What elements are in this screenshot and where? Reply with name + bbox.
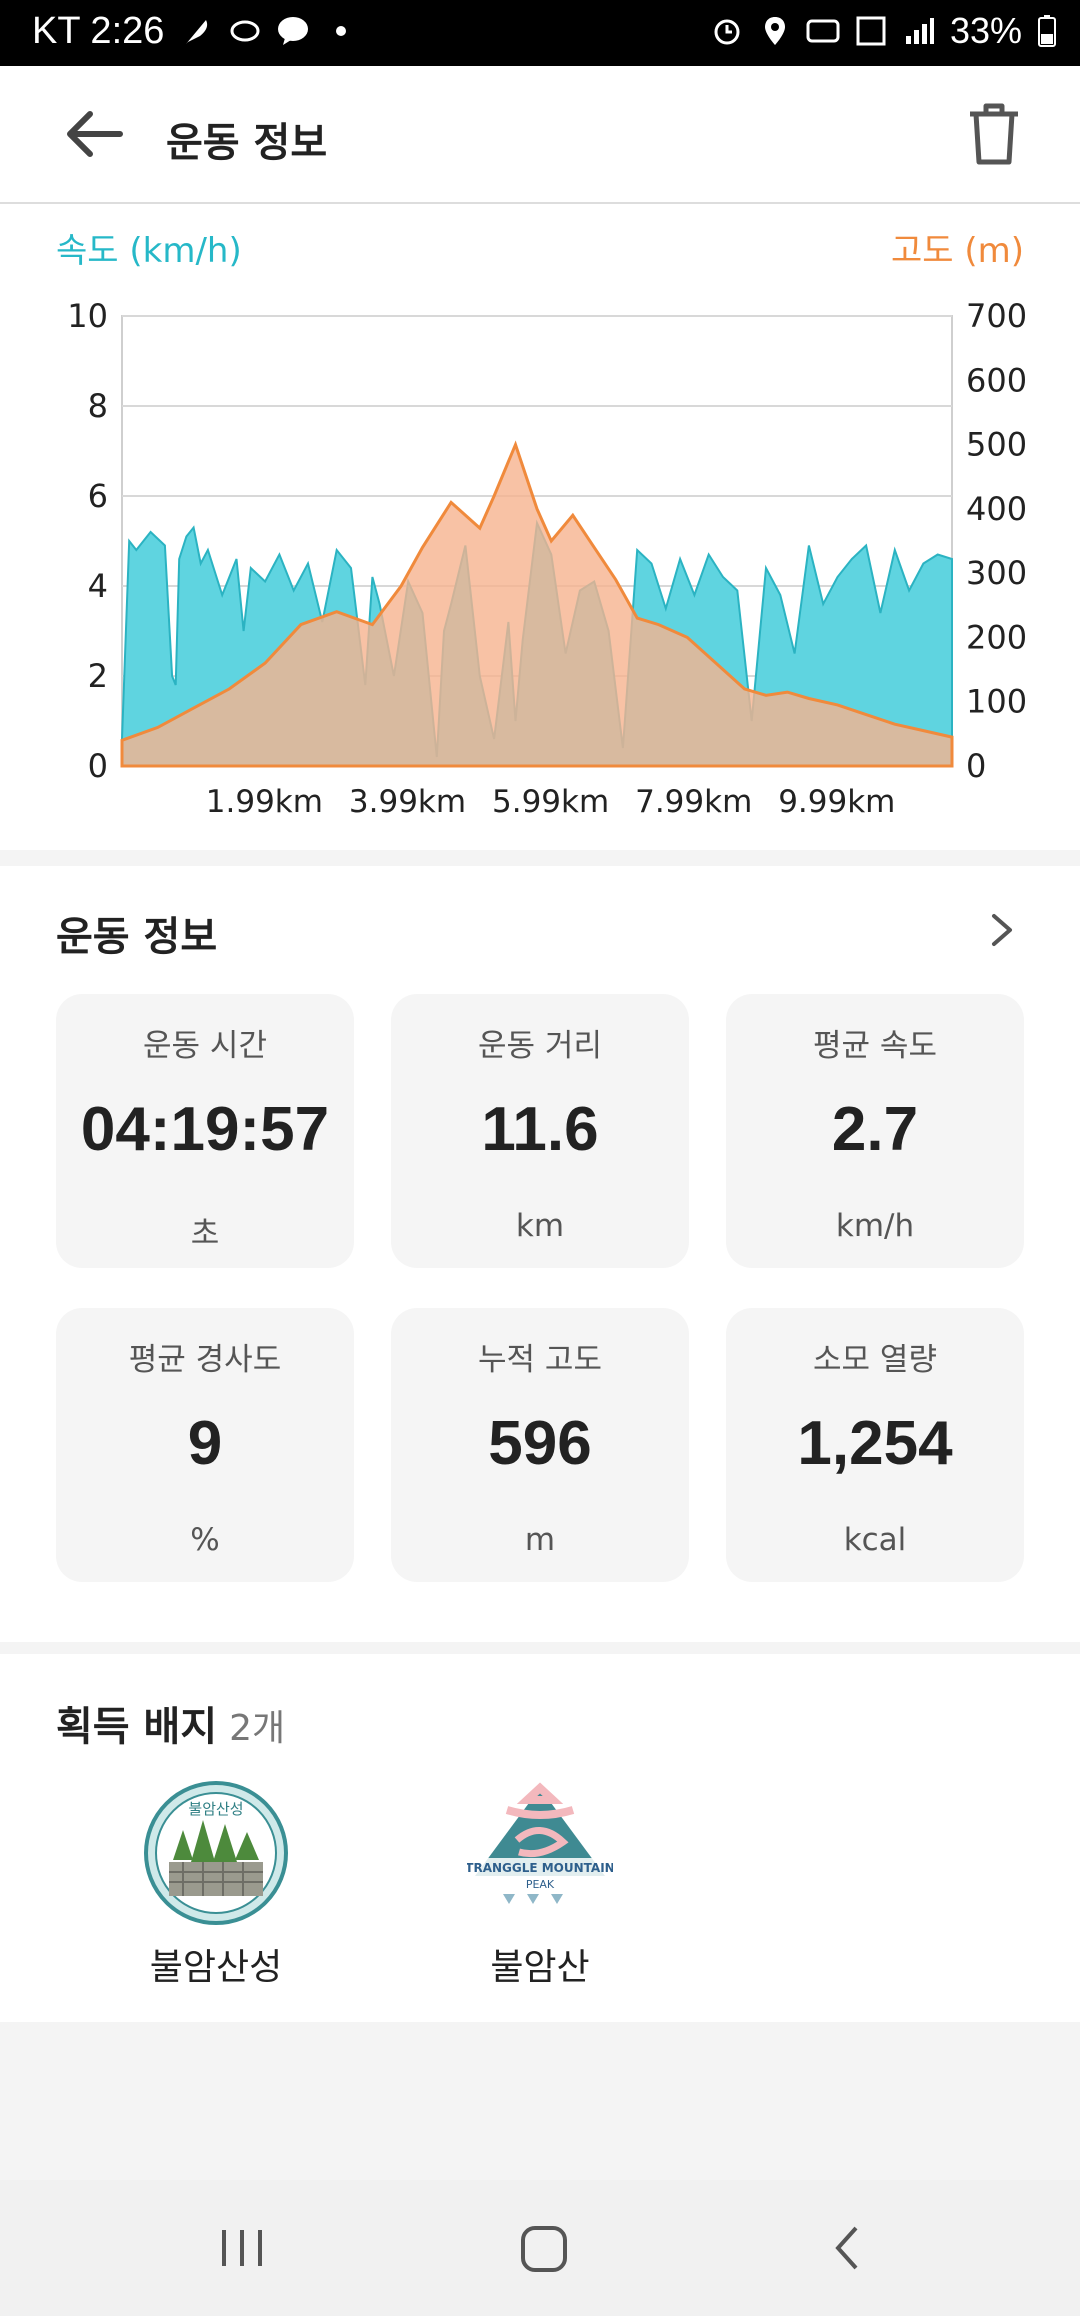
stat-unit: km/h (835, 1208, 915, 1244)
back-nav-icon[interactable] (818, 2220, 878, 2276)
badge-fortress[interactable]: 불암산성 불암산성 (106, 1780, 326, 1990)
system-navigation-bar (0, 2180, 1080, 2316)
battery-icon (1038, 15, 1056, 47)
badges-title: 획득 배지 (56, 1704, 218, 1750)
notification-icons (180, 14, 358, 48)
earned-badges-section: 획득 배지 2개 불암산성 불암산성 TRANGGLE MOUNTAIN PEAK… (0, 1654, 1080, 2022)
right-axis-tick-label: 400 (966, 490, 1027, 528)
badge-count: 2개 (229, 1708, 286, 1749)
right-axis-tick-label: 100 (966, 683, 1027, 721)
signal-icon (905, 18, 934, 44)
stat-value: 1,254 (797, 1409, 953, 1478)
badge-mountain-peak[interactable]: TRANGGLE MOUNTAIN PEAK 불암산 (430, 1780, 650, 1990)
page-title: 운동 정보 (166, 120, 328, 166)
left-axis-tick-label: 8 (88, 387, 108, 425)
stat-card-avg-speed: 평균 속도 2.7 km/h (726, 994, 1024, 1268)
stat-unit: km (515, 1208, 565, 1244)
stat-value: 11.6 (481, 1095, 599, 1164)
left-axis-tick-label: 2 (88, 657, 108, 695)
stat-card-distance: 운동 거리 11.6 km (391, 994, 689, 1268)
status-bar: KT 2:26 33% (0, 0, 1080, 66)
recent-apps-icon[interactable] (212, 2220, 272, 2276)
x-axis-tick-label: 1.99km (206, 784, 323, 820)
stat-unit: m (524, 1522, 556, 1558)
stat-card-avg-slope: 평균 경사도 9 % (56, 1308, 354, 1582)
left-axis-tick-label: 6 (88, 477, 108, 515)
workout-info-section: 운동 정보 운동 시간 04:19:57 초 운동 거리 11.6 km 평균 … (0, 866, 1080, 1642)
app-bar: 운동 정보 (0, 66, 1080, 204)
home-icon[interactable] (514, 2220, 574, 2276)
hd-voice-icon (806, 19, 840, 43)
trash-icon[interactable] (964, 100, 1024, 168)
left-axis-tick-label: 4 (88, 567, 108, 605)
5g-network-icon (856, 16, 886, 46)
badge-emblem-text: PEAK (526, 1878, 555, 1891)
stat-card-elevation-gain: 누적 고도 596 m (391, 1308, 689, 1582)
location-icon (764, 17, 785, 45)
status-time: KT 2:26 (32, 10, 165, 52)
workout-info-title: 운동 정보 (56, 914, 218, 960)
right-axis-tick-label: 700 (966, 297, 1027, 335)
stat-label: 평균 경사도 (128, 1342, 282, 1378)
stat-value: 2.7 (831, 1095, 919, 1164)
stat-unit: % (190, 1522, 220, 1558)
speed-elevation-chart: 속도 (km/h) 고도 (m) 02468100100200300400500… (56, 231, 1027, 820)
stat-label: 운동 시간 (143, 1028, 267, 1064)
stat-label: 누적 고도 (478, 1342, 602, 1378)
badge-name: 불암산 (490, 1947, 590, 1988)
x-axis-tick-label: 9.99km (778, 784, 895, 820)
stat-value: 9 (187, 1409, 223, 1478)
stat-unit: kcal (843, 1522, 907, 1558)
stat-label: 소모 열량 (813, 1342, 937, 1378)
stat-label: 운동 거리 (478, 1028, 602, 1064)
system-status: 33% (710, 10, 1058, 52)
stat-card-calories: 소모 열량 1,254 kcal (726, 1308, 1024, 1582)
x-axis-tick-label: 7.99km (635, 784, 752, 820)
badge-emblem-text: 불암산성 (188, 1800, 243, 1818)
stat-label: 평균 속도 (813, 1028, 937, 1064)
left-axis-tick-label: 0 (88, 747, 108, 785)
right-axis-tick-label: 500 (966, 426, 1027, 464)
stat-unit: 초 (190, 1216, 220, 1252)
alarm-icon (714, 19, 740, 45)
battery-percent: 33% (949, 10, 1022, 51)
right-axis-tick-label: 200 (966, 618, 1027, 656)
stat-value: 04:19:57 (80, 1095, 330, 1164)
badge-emblem-text: TRANGGLE MOUNTAIN (467, 1861, 613, 1875)
feather-notification-icon (186, 20, 208, 44)
right-axis-tick-label: 600 (966, 361, 1027, 399)
speed-elevation-chart-section: 속도 (km/h) 고도 (m) 0 2 4 6 8 10 0 100 200 300 400 500… (0, 204, 1080, 850)
mountain-peak-badge-icon: TRANGGLE MOUNTAIN PEAK (465, 1782, 615, 1904)
back-arrow-icon[interactable] (60, 104, 130, 164)
more-dot-icon (336, 26, 346, 36)
chevron-right-icon[interactable] (982, 910, 1022, 950)
left-axis-tick-label: 10 (67, 297, 108, 335)
fortress-badge-icon: 불암산성 (144, 1781, 288, 1925)
x-axis-tick-label: 5.99km (492, 784, 609, 820)
badge-name: 불암산성 (149, 1947, 283, 1988)
left-axis-label: 속도 (km/h) (56, 231, 242, 271)
right-axis-label: 고도 (m) (891, 231, 1024, 271)
kakaotalk-notification-icon (278, 17, 308, 45)
x-axis-tick-label: 3.99km (349, 784, 466, 820)
right-axis-tick-label: 0 (966, 747, 986, 785)
shoe-notification-icon (230, 20, 260, 42)
badges-title-row: 획득 배지 2개 (56, 1694, 285, 1752)
right-axis-tick-label: 300 (966, 554, 1027, 592)
stat-value: 596 (488, 1409, 592, 1478)
stat-card-duration: 운동 시간 04:19:57 초 (56, 994, 354, 1268)
